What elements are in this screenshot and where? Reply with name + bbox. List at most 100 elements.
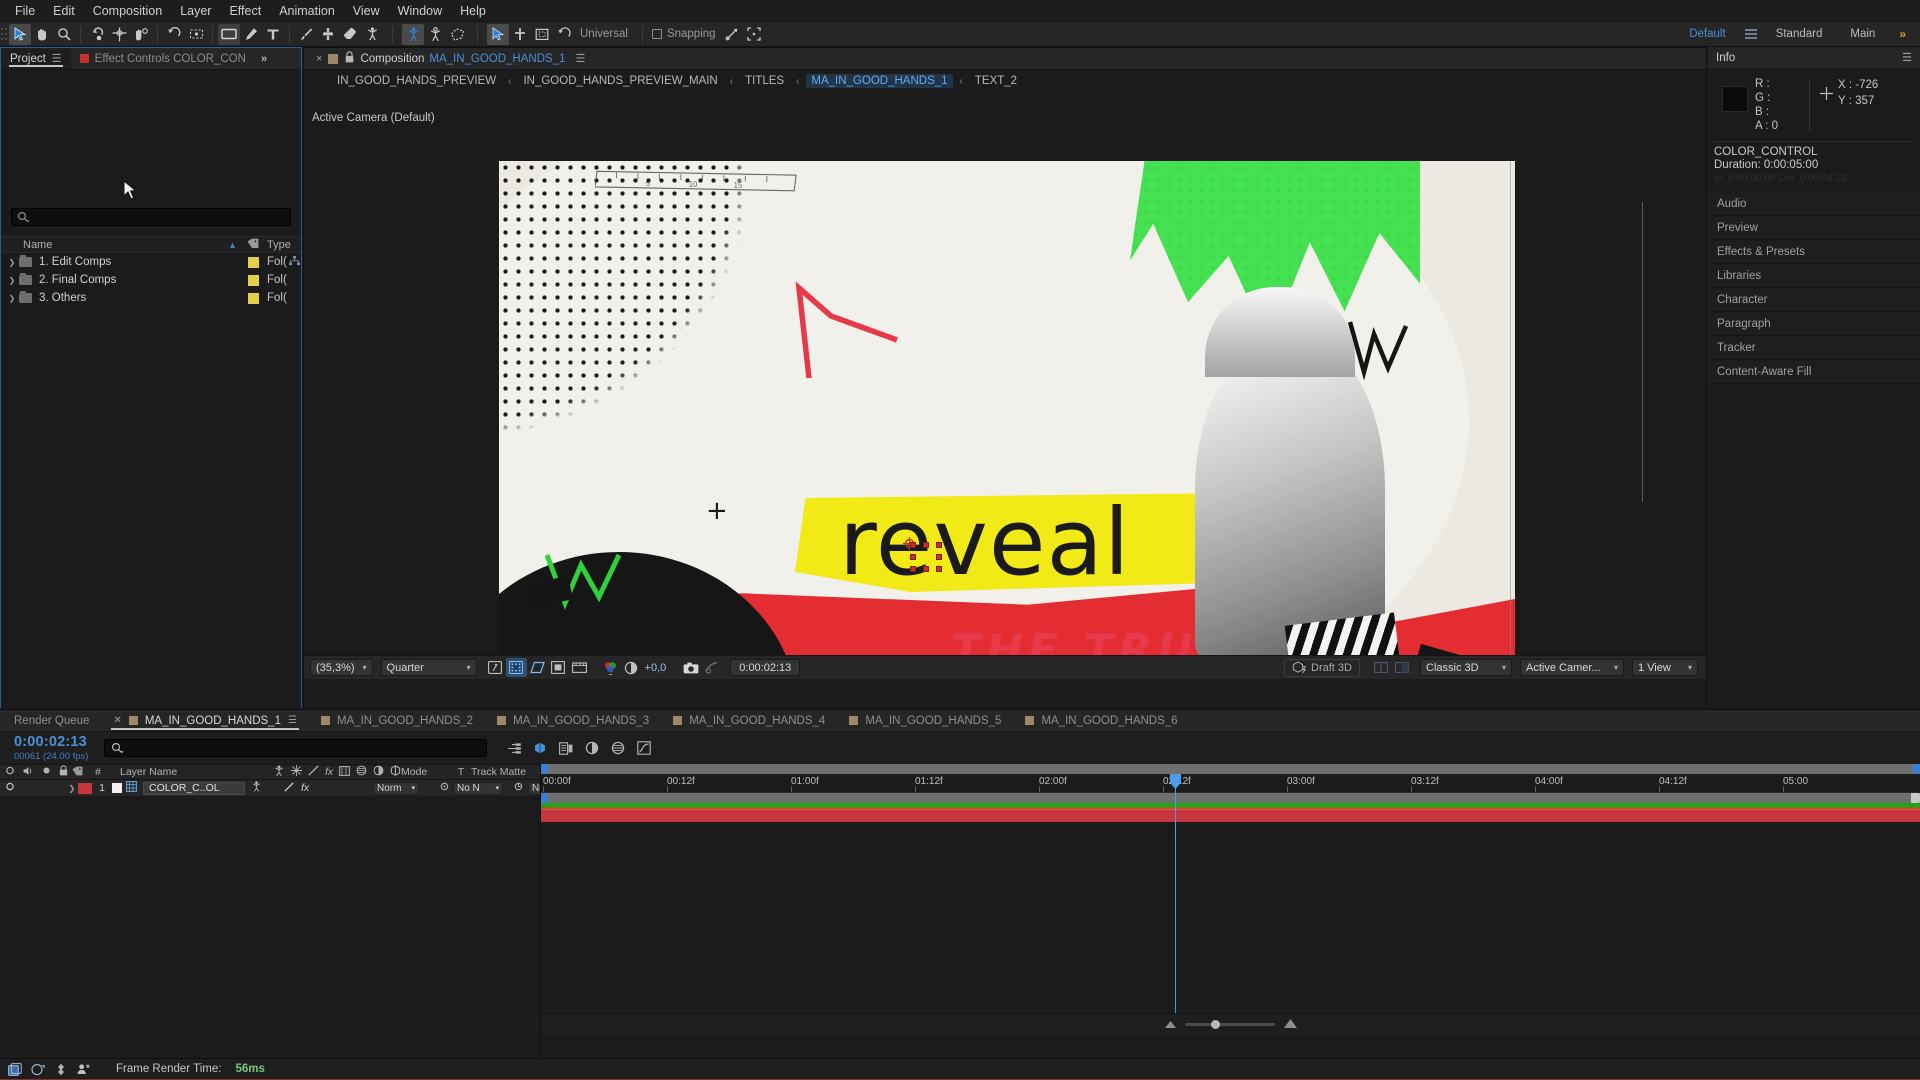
- handle-tr[interactable]: [936, 542, 942, 548]
- tab-ma-in-good-hands-4[interactable]: MA_IN_GOOD_HANDS_4: [661, 710, 837, 732]
- team-projects-icon[interactable]: [77, 1062, 91, 1076]
- playhead[interactable]: [1175, 774, 1176, 1035]
- track-matte-target-icon[interactable]: [439, 781, 450, 795]
- brush-tool-icon[interactable]: [295, 24, 317, 45]
- hand-tool-icon[interactable]: [31, 24, 53, 45]
- timeline-ruler[interactable]: 00:00f 00:12f 01:00f 01:12f 02:00f 02:12…: [541, 774, 1920, 793]
- views-count-select[interactable]: 1 View ▾: [1632, 659, 1698, 676]
- column-header-index[interactable]: #: [88, 766, 108, 778]
- motion-blur-switch-icon[interactable]: [356, 765, 367, 779]
- graph-editor-icon[interactable]: [635, 739, 653, 757]
- toggle-guides-icon[interactable]: [527, 658, 548, 677]
- label-color-swatch[interactable]: [248, 293, 259, 304]
- column-header-name[interactable]: Name: [23, 239, 228, 251]
- roto-brush-tool-icon[interactable]: [185, 24, 207, 45]
- view-layout-2-icon[interactable]: [1391, 658, 1412, 677]
- hamburger-icon[interactable]: ☰: [575, 52, 585, 65]
- column-header-t[interactable]: T: [451, 766, 471, 778]
- tab-ma-in-good-hands-1[interactable]: ✕ MA_IN_GOOD_HANDS_1 ☰: [101, 710, 308, 732]
- project-tabs-overflow-icon[interactable]: »: [255, 48, 273, 69]
- sort-ascending-icon[interactable]: ▲: [228, 240, 237, 250]
- scroll-cap-right[interactable]: [1913, 764, 1920, 774]
- reset-mesh-icon[interactable]: [553, 24, 575, 45]
- puppet-starch-pin-icon[interactable]: [424, 24, 446, 45]
- timeline-zoom-knob[interactable]: [1211, 1020, 1220, 1029]
- anchor-point-tool-icon[interactable]: [108, 24, 130, 45]
- pen-tool-icon[interactable]: [240, 24, 262, 45]
- timeline-graph-area[interactable]: 00:00f 00:12f 01:00f 01:12f 02:00f 02:12…: [541, 764, 1920, 1035]
- toggle-rulers-icon[interactable]: [569, 658, 590, 677]
- draft-3d-icon[interactable]: [531, 739, 549, 757]
- composition-canvas[interactable]: 5 10 15: [499, 161, 1515, 655]
- panel-libraries[interactable]: Libraries: [1708, 265, 1920, 288]
- chevron-right-icon[interactable]: ❯: [5, 258, 19, 267]
- eraser-tool-icon[interactable]: [339, 24, 361, 45]
- zoom-in-icon[interactable]: [1283, 1016, 1298, 1034]
- column-header-layer-name[interactable]: Layer Name: [108, 766, 273, 778]
- toolbar-grip[interactable]: [0, 22, 9, 47]
- pan-behind-tool-icon[interactable]: [130, 24, 152, 45]
- scroll-cap-left[interactable]: [541, 764, 548, 774]
- handle-mr[interactable]: [936, 554, 942, 560]
- effects-fx-icon[interactable]: fx: [325, 766, 333, 778]
- layer-name-field[interactable]: COLOR_C..OL: [143, 782, 245, 795]
- breadcrumb-item[interactable]: IN_GOOD_HANDS_PREVIEW_MAIN: [518, 74, 722, 88]
- add-pin-plus-icon[interactable]: [509, 24, 531, 45]
- hamburger-icon[interactable]: ☰: [288, 715, 297, 726]
- exposure-icon[interactable]: [621, 658, 642, 677]
- tab-ma-in-good-hands-5[interactable]: MA_IN_GOOD_HANDS_5: [837, 710, 1013, 732]
- menu-animation[interactable]: Animation: [270, 0, 344, 22]
- hide-shy-layers-icon[interactable]: [557, 739, 575, 757]
- panel-paragraph[interactable]: Paragraph: [1708, 313, 1920, 336]
- tab-effect-controls[interactable]: Effect Controls COLOR_CON: [71, 48, 255, 69]
- parent-pick-whip-icon[interactable]: [513, 781, 524, 795]
- handle-br[interactable]: [936, 566, 942, 572]
- puppet-select-arrow-icon[interactable]: [487, 24, 509, 45]
- label-color-swatch[interactable]: [248, 257, 259, 268]
- track-matte-select[interactable]: No N ▾: [453, 782, 503, 795]
- lock-icon[interactable]: [345, 51, 354, 66]
- puppet-position-pin-icon[interactable]: [402, 24, 424, 45]
- layer-label-color[interactable]: [78, 783, 92, 794]
- timeline-search-field[interactable]: [124, 742, 486, 754]
- shape-tool-icon[interactable]: [218, 24, 240, 45]
- tab-ma-in-good-hands-2[interactable]: MA_IN_GOOD_HANDS_2: [309, 710, 485, 732]
- project-item-row[interactable]: ❯ 1. Edit Comps Fol(: [1, 253, 301, 271]
- frame-blend-header-icon[interactable]: [339, 766, 350, 779]
- panel-content-aware-fill[interactable]: Content-Aware Fill: [1708, 361, 1920, 384]
- breadcrumb-item[interactable]: TITLES: [740, 74, 789, 88]
- snapshot-icon[interactable]: [680, 658, 701, 677]
- channels-icon[interactable]: [600, 658, 621, 677]
- timeline-current-time[interactable]: 0:00:02:13: [14, 734, 96, 750]
- solo-icon[interactable]: [42, 766, 51, 778]
- zoom-out-icon[interactable]: [1164, 1016, 1177, 1034]
- timeline-zoom-slider[interactable]: [1185, 1023, 1275, 1026]
- effects-fx-icon[interactable]: fx: [301, 782, 309, 794]
- hamburger-icon[interactable]: [1740, 24, 1762, 45]
- rotate-undo-icon[interactable]: [163, 24, 185, 45]
- snapping-checkbox[interactable]: [652, 29, 662, 39]
- handle-tc[interactable]: [923, 542, 929, 548]
- current-time-display[interactable]: 0:00:02:13: [730, 659, 800, 676]
- adjustment-layer-icon[interactable]: [373, 765, 384, 779]
- close-icon[interactable]: ×: [310, 53, 328, 65]
- handle-bl[interactable]: [910, 566, 916, 572]
- puppet-pin-tool-icon[interactable]: [361, 24, 383, 45]
- type-tool-icon[interactable]: [262, 24, 284, 45]
- exposure-value[interactable]: +0,0: [645, 662, 667, 674]
- quality-slash-icon[interactable]: [284, 782, 294, 795]
- menu-layer[interactable]: Layer: [171, 0, 220, 22]
- snapping-corners-icon[interactable]: [743, 24, 765, 45]
- chevron-right-icon[interactable]: ❯: [5, 276, 19, 285]
- video-eye-icon[interactable]: [5, 782, 15, 794]
- clone-stamp-tool-icon[interactable]: [317, 24, 339, 45]
- zoom-level-select[interactable]: (35,3%) ▾: [310, 659, 373, 676]
- show-snapshot-icon[interactable]: [701, 658, 722, 677]
- timeline-work-area[interactable]: [541, 793, 1920, 803]
- handle-tl[interactable]: [910, 542, 916, 548]
- panel-character[interactable]: Character: [1708, 289, 1920, 312]
- flowchart-icon[interactable]: [289, 256, 300, 269]
- toggle-transparency-grid-icon[interactable]: [485, 658, 506, 677]
- snapping-arrow-icon[interactable]: [721, 24, 743, 45]
- workspace-overflow-icon[interactable]: »: [1889, 27, 1916, 41]
